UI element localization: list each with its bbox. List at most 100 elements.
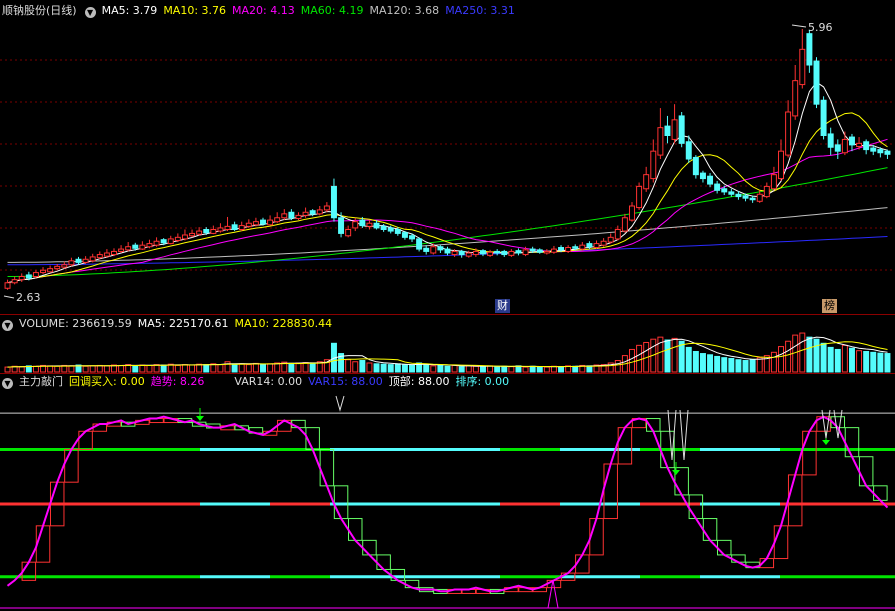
volume-bar bbox=[451, 364, 458, 373]
candle bbox=[785, 100, 792, 158]
candle-body bbox=[174, 236, 181, 241]
candle-body bbox=[451, 250, 458, 256]
volume-bar bbox=[770, 351, 777, 373]
volume-bar bbox=[409, 364, 416, 373]
trend-box bbox=[376, 554, 391, 570]
candle-body bbox=[501, 250, 508, 256]
candle bbox=[146, 239, 153, 249]
candle-body bbox=[394, 229, 401, 234]
candle-body bbox=[650, 150, 657, 180]
volume-bar bbox=[749, 359, 756, 373]
volume-bar bbox=[472, 365, 479, 373]
sell-arrow-head bbox=[196, 416, 204, 421]
indicator-name[interactable]: 主力敲门 bbox=[19, 375, 63, 388]
candle-body bbox=[302, 211, 309, 216]
candle bbox=[32, 270, 39, 279]
chevron-down-icon[interactable]: ▼ bbox=[2, 320, 13, 331]
candle bbox=[345, 225, 352, 238]
candle-body bbox=[749, 197, 756, 201]
candle bbox=[593, 240, 600, 250]
candle bbox=[96, 251, 103, 260]
volume-bar bbox=[522, 366, 529, 373]
volume-bar bbox=[146, 364, 153, 373]
sell-arrow-head bbox=[822, 440, 830, 445]
candle bbox=[749, 195, 756, 203]
stock-title[interactable]: 顺钠股份(日线) bbox=[2, 4, 77, 17]
volume-bar bbox=[174, 364, 181, 373]
volume-bar bbox=[181, 364, 188, 373]
finance-marker[interactable]: 财 bbox=[495, 299, 510, 313]
candle-body bbox=[295, 214, 302, 220]
volume-bar bbox=[870, 351, 877, 373]
candle-body bbox=[430, 246, 437, 254]
volume-bar bbox=[742, 360, 749, 373]
volume-bar bbox=[479, 366, 486, 373]
candle-body bbox=[281, 213, 288, 219]
candle-body bbox=[707, 175, 714, 185]
candle-body bbox=[657, 127, 664, 156]
indicator-chart[interactable] bbox=[0, 374, 895, 611]
volume-bar bbox=[32, 365, 39, 373]
candle bbox=[274, 212, 281, 224]
candle-body bbox=[96, 254, 103, 259]
candle-body bbox=[621, 217, 628, 232]
candle-body bbox=[636, 185, 643, 209]
candle-body bbox=[409, 235, 416, 240]
candle-body bbox=[600, 240, 607, 246]
candle-body bbox=[323, 205, 330, 211]
candle-body bbox=[387, 227, 394, 232]
candle-body bbox=[692, 156, 699, 176]
candle-body bbox=[699, 172, 706, 180]
candle bbox=[181, 229, 188, 241]
candle-body bbox=[75, 258, 82, 263]
volume-panel: ▼ VOLUME: 236619.59 MA5: 225170.61 MA10: 22… bbox=[0, 315, 895, 373]
candle-body bbox=[125, 246, 132, 251]
candle-body bbox=[352, 221, 359, 229]
candle bbox=[806, 29, 813, 73]
volume-bar bbox=[160, 364, 167, 373]
volume-bar bbox=[735, 359, 742, 373]
candle bbox=[479, 249, 486, 257]
sell-arrow-icon bbox=[822, 432, 830, 445]
volume-bar bbox=[373, 363, 380, 373]
volume-bar bbox=[352, 361, 359, 373]
candle-body bbox=[778, 150, 784, 180]
candle-body bbox=[54, 265, 61, 270]
candle bbox=[650, 139, 657, 183]
candle bbox=[770, 166, 777, 191]
ranking-marker[interactable]: 榜 bbox=[822, 299, 837, 313]
candle-body bbox=[238, 225, 245, 230]
price-chart[interactable] bbox=[0, 0, 895, 314]
qushi-label: 趋势: 8.26 bbox=[150, 375, 205, 388]
volume-bar bbox=[103, 365, 110, 373]
trend-box bbox=[348, 518, 363, 541]
high-price-pointer bbox=[791, 24, 807, 28]
candle-body bbox=[614, 229, 621, 240]
chevron-down-icon[interactable]: ▼ bbox=[2, 378, 13, 389]
candle bbox=[82, 256, 89, 264]
volume-bar bbox=[387, 364, 394, 373]
candle bbox=[352, 217, 359, 232]
candle bbox=[231, 221, 238, 232]
volume-bar bbox=[785, 340, 792, 373]
candle bbox=[629, 202, 635, 222]
trend-box bbox=[873, 485, 888, 501]
trend-box bbox=[78, 430, 93, 450]
candle-body bbox=[288, 211, 295, 219]
candle bbox=[621, 213, 628, 233]
candle-body bbox=[529, 248, 536, 252]
signal-spike bbox=[335, 395, 345, 412]
trend-box bbox=[35, 525, 51, 563]
candle bbox=[678, 112, 685, 148]
candle bbox=[671, 104, 678, 144]
candle bbox=[18, 273, 25, 282]
chevron-down-icon[interactable]: ▼ bbox=[84, 7, 96, 18]
trend-box bbox=[575, 554, 590, 574]
candle-body bbox=[799, 48, 806, 86]
candle-body bbox=[267, 219, 274, 226]
candle bbox=[707, 173, 714, 188]
candle bbox=[224, 216, 231, 232]
candle bbox=[47, 265, 54, 273]
volume-bar bbox=[877, 352, 884, 373]
candle-body bbox=[444, 248, 451, 254]
